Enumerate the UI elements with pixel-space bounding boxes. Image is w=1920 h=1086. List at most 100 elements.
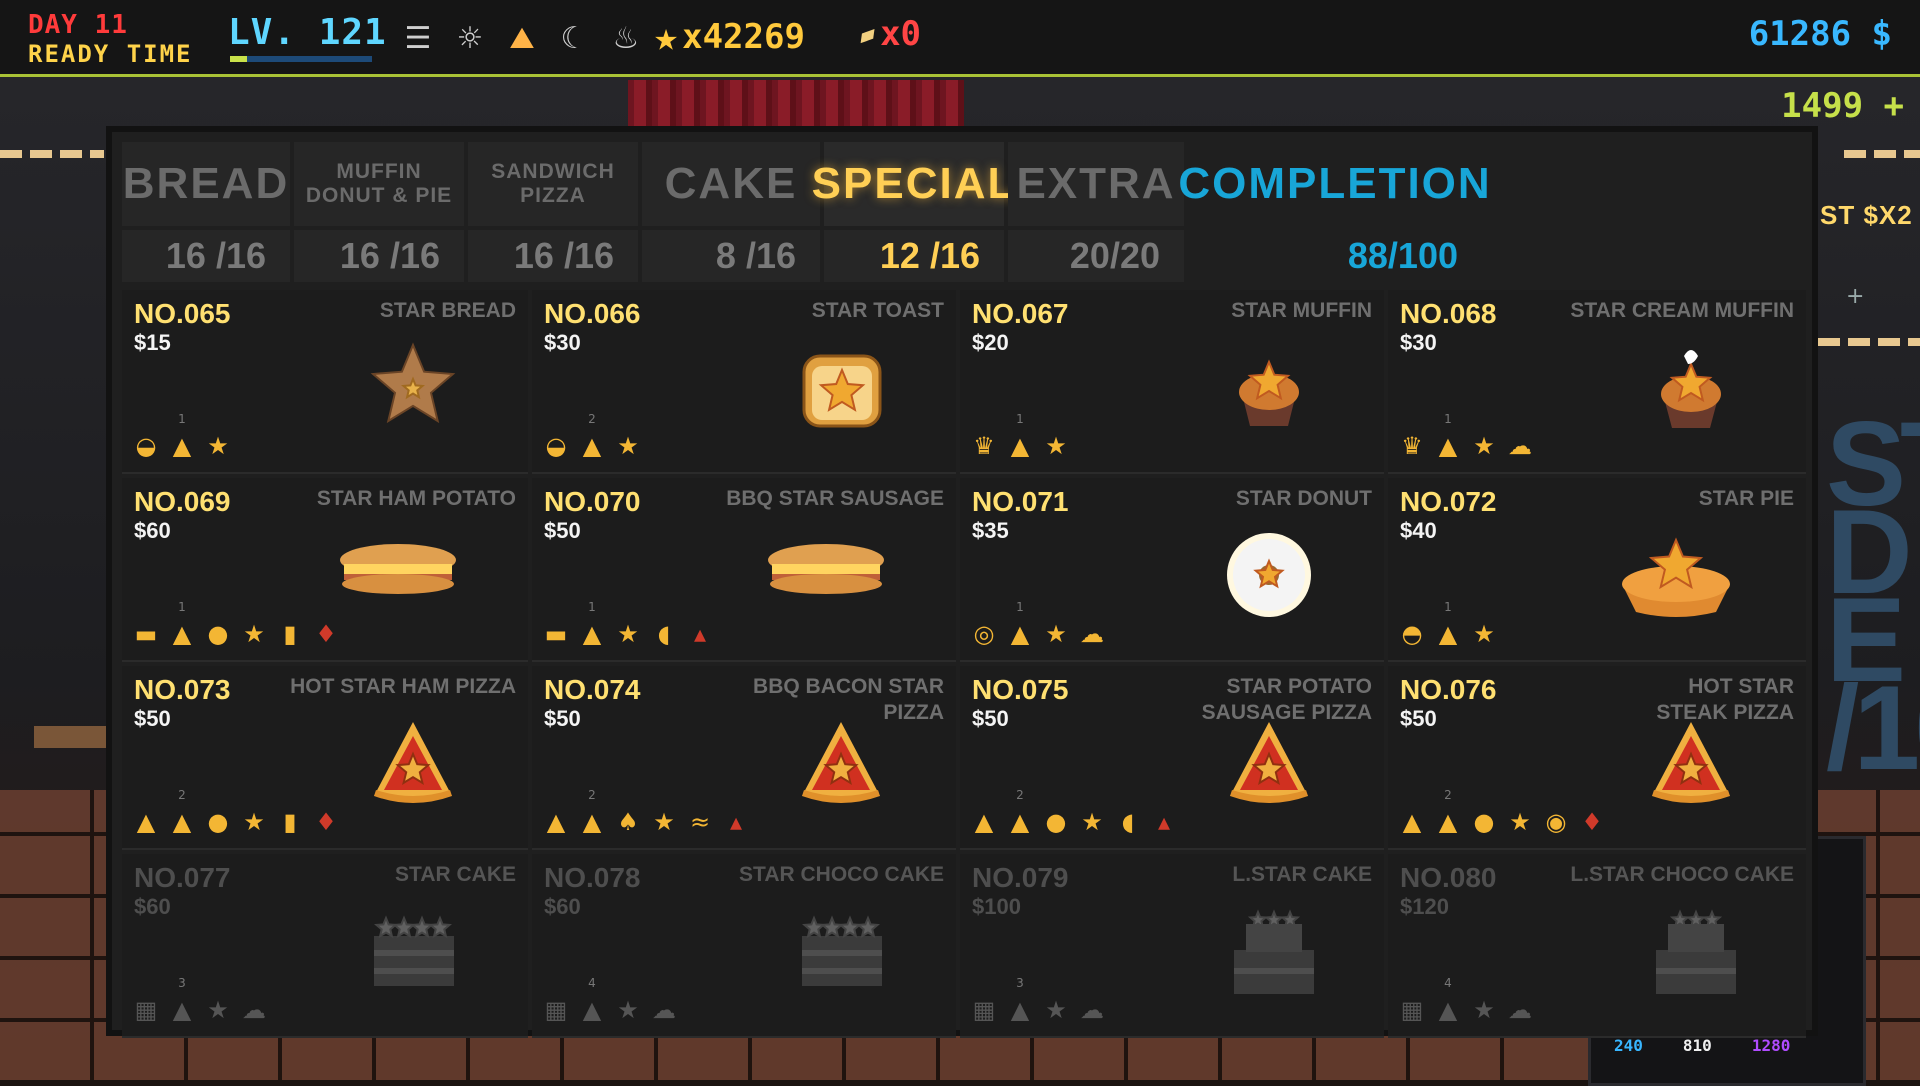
ingredient-list: ◓ ▲ 1 ★ xyxy=(1400,600,1496,648)
tab-extra[interactable]: EXTRA xyxy=(1008,142,1184,226)
tab-count: 16 /16 xyxy=(122,230,290,282)
star-icon: ★ xyxy=(1045,620,1067,648)
recipe-number: NO.067 xyxy=(972,298,1069,329)
recipe-card[interactable]: NO.080 $120 L.STAR CHOCO CAKE ▦ ▲ 4 ★ ☁ xyxy=(1388,854,1806,1038)
tab-special[interactable]: SPECIAL xyxy=(812,142,1014,226)
category-tabs: BREAD MUFFIN DONUT & PIE SANDWICH PIZZA CAK… xyxy=(122,142,1490,226)
stat-white: 810 xyxy=(1682,1036,1712,1055)
star-icon: ★ xyxy=(1045,432,1067,460)
ingredient-list: ♛ ▲ 1 ★ xyxy=(972,412,1068,460)
ingredient-count: 1 xyxy=(178,412,186,426)
bbq-icon: ▴ xyxy=(1157,808,1171,836)
stat-purple: 1280 xyxy=(1751,1036,1791,1055)
bbq-icon: ▴ xyxy=(693,620,707,648)
recipe-card[interactable]: NO.074 $50 BBQ BACON STAR PIZZA ▲ ▲ 2 ♠ ★ ≈ ▴ xyxy=(532,666,956,850)
sausage-icon: ◖ xyxy=(657,620,671,648)
donut-dish-icon xyxy=(1224,530,1314,630)
star-icon: ★ xyxy=(653,808,675,836)
recipe-card[interactable]: NO.071 $35 STAR DONUT ◎ ▲ 1 ★ ☁ xyxy=(960,478,1384,662)
sauce-icon: ♦ xyxy=(1581,808,1603,836)
recipe-card[interactable]: NO.075 $50 STAR POTATO SAUSAGE PIZZA ▲ ▲ 2 ● ★ ◖… xyxy=(960,666,1384,850)
ticket-count: x0 xyxy=(880,14,922,54)
sunset-icon: ⛰ xyxy=(509,20,535,56)
bread-icon: ◒ xyxy=(545,432,567,460)
sausage-icon: ◖ xyxy=(1121,808,1135,836)
tab-count: 16 /16 xyxy=(468,230,638,282)
ingredient-count: 1 xyxy=(1444,412,1452,426)
recipe-card[interactable]: NO.065 $15 STAR BREAD ◒ ▲ 1 ★ xyxy=(122,290,528,474)
recipe-number: NO.066 xyxy=(544,298,641,329)
ingredient-list: ▲ ▲ 2 ● ★ ◖ ▴ xyxy=(972,788,1176,836)
pizza-dish-icon xyxy=(368,718,458,818)
tab-count: 8 /16 xyxy=(642,230,820,282)
steak-icon: ◉ xyxy=(1545,808,1567,836)
stat-blue: 240 xyxy=(1614,1036,1643,1055)
tab-sandwich-pizza[interactable]: SANDWICH PIZZA xyxy=(468,142,638,226)
star-icon: ★ xyxy=(617,620,639,648)
bottom-stats: 240 810 1280 xyxy=(1614,1036,1790,1055)
star-dish-icon xyxy=(368,342,458,442)
star-count: x42269 xyxy=(682,17,805,57)
recipe-name: L.STAR CAKE xyxy=(1232,863,1372,886)
recipe-number: NO.065 xyxy=(134,298,231,329)
recipe-number: NO.080 xyxy=(1400,862,1497,893)
tab-count: 16 /16 xyxy=(294,230,464,282)
dawn-icon: ☰ xyxy=(404,20,432,56)
dough-icon: ▲ 1 xyxy=(172,600,192,648)
tab-bread[interactable]: BREAD xyxy=(122,142,290,226)
recipe-price: $30 xyxy=(1400,330,1437,355)
star-currency: ★ x42269 xyxy=(654,14,805,60)
recipe-name: STAR MUFFIN xyxy=(1231,299,1372,322)
bread-icon: ◒ xyxy=(135,432,157,460)
recipe-card[interactable]: NO.066 $30 STAR TOAST ◒ ▲ 2 ★ xyxy=(532,290,956,474)
recipe-card[interactable]: NO.078 $60 STAR CHOCO CAKE ▦ ▲ 4 ★ ☁ xyxy=(532,854,956,1038)
star-icon: ★ xyxy=(243,808,265,836)
recipe-card[interactable]: NO.069 $60 STAR HAM POTATO ▬ ▲ 1 ● ★ ▮ ♦ xyxy=(122,478,528,662)
recipe-card[interactable]: NO.067 $20 STAR MUFFIN ♛ ▲ 1 ★ xyxy=(960,290,1384,474)
recipe-price: $50 xyxy=(134,706,171,731)
recipe-card[interactable]: NO.073 $50 HOT STAR HAM PIZZA ▲ ▲ 2 ● ★ ▮ ♦ xyxy=(122,666,528,850)
time-of-day-icons: ☰ ☼ ⛰ ☾ ♨ xyxy=(398,18,646,58)
crust-icon: ▲ xyxy=(136,808,156,836)
level-progress-fill xyxy=(230,56,248,62)
dough-icon: ▲ 2 xyxy=(172,788,192,836)
tab-muffin-donut-pie[interactable]: MUFFIN DONUT & PIE xyxy=(294,142,464,226)
recipe-number: NO.071 xyxy=(972,486,1069,517)
recipe-card[interactable]: NO.068 $30 STAR CREAM MUFFIN ♛ ▲ 1 ★ ☁ xyxy=(1388,290,1806,474)
cake-icon: ▦ xyxy=(1400,996,1424,1024)
tab-completion[interactable]: COMPLETION xyxy=(1178,142,1489,226)
recipe-price: $40 xyxy=(1400,518,1437,543)
sun-icon: ☼ xyxy=(456,20,484,56)
tab-cake[interactable]: CAKE xyxy=(642,142,820,226)
recipe-card[interactable]: NO.077 $60 STAR CAKE ▦ ▲ 3 ★ ☁ xyxy=(122,854,528,1038)
recipe-name: BBQ STAR SAUSAGE xyxy=(726,487,944,510)
recipe-card[interactable]: NO.076 $50 HOT STAR STEAK PIZZA ▲ ▲ 2 ● ★ ◉ ♦ xyxy=(1388,666,1806,850)
ingredient-count: 2 xyxy=(588,412,596,426)
ingredient-list: ▦ ▲ 4 ★ ☁ xyxy=(1400,976,1532,1024)
ingredient-list: ▲ ▲ 2 ● ★ ▮ ♦ xyxy=(134,788,338,836)
star-icon: ★ xyxy=(1045,996,1067,1024)
top-hud: DAY 11 READY TIME LV. 121 ☰ ☼ ⛰ ☾ ♨ ★ x4… xyxy=(0,0,1920,77)
recipe-card[interactable]: NO.079 $100 L.STAR CAKE ▦ ▲ 3 ★ ☁ xyxy=(960,854,1384,1038)
ingredient-list: ◎ ▲ 1 ★ ☁ xyxy=(972,600,1104,648)
recipe-card[interactable]: NO.070 $50 BBQ STAR SAUSAGE ▬ ▲ 1 ★ ◖ ▴ xyxy=(532,478,956,662)
side-bonus-text: ST $X2 xyxy=(1820,200,1913,230)
recipe-price: $120 xyxy=(1400,894,1449,919)
cream-icon: ☁ xyxy=(1508,996,1532,1024)
dough-icon: ▲ 2 xyxy=(1438,788,1458,836)
star-icon: ★ xyxy=(617,996,639,1024)
muffin-icon: ♛ xyxy=(973,432,995,460)
recipe-grid: NO.065 $15 STAR BREAD ◒ ▲ 1 ★ NO.066 $30 STAR TOA… xyxy=(122,290,1806,1038)
cream-icon: ☁ xyxy=(242,996,266,1024)
big-cake-dish-icon xyxy=(1646,906,1736,1006)
ingredient-list: ◒ ▲ 1 ★ xyxy=(134,412,230,460)
recipe-price: $15 xyxy=(134,330,171,355)
recipe-number: NO.076 xyxy=(1400,674,1497,705)
cake-dish-icon xyxy=(796,906,886,1006)
recipe-name: L.STAR CHOCO CAKE xyxy=(1570,863,1794,886)
star-icon: ★ xyxy=(1473,432,1495,460)
ingredient-count: 1 xyxy=(588,600,596,614)
recipe-card[interactable]: NO.072 $40 STAR PIE ◓ ▲ 1 ★ xyxy=(1388,478,1806,662)
recipe-price: $50 xyxy=(972,706,1009,731)
dough-icon: ▲ 1 xyxy=(172,412,192,460)
